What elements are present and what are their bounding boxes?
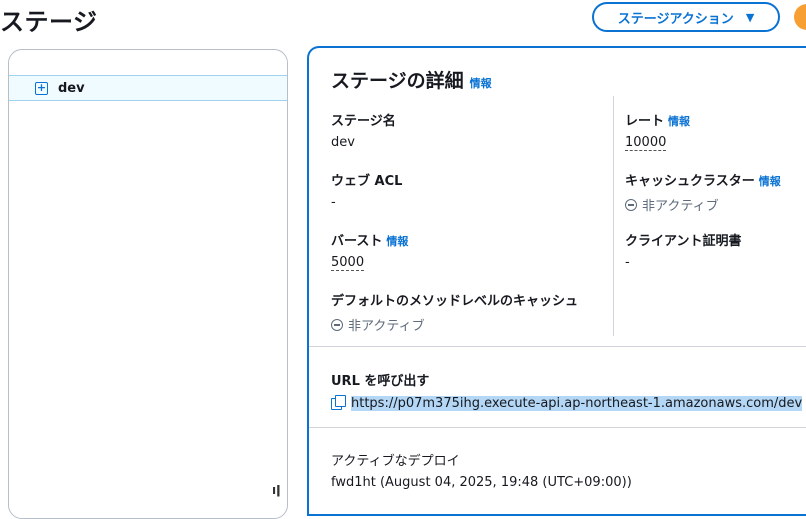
burst-field: バースト 情報 5000 (331, 230, 408, 271)
info-link[interactable]: 情報 (470, 77, 492, 90)
expand-icon[interactable]: + (35, 81, 48, 95)
copy-icon[interactable] (331, 395, 347, 411)
stage-actions-button[interactable]: ステージアクション ▼ (592, 2, 780, 32)
stage-actions-label: ステージアクション (617, 11, 734, 27)
section-divider (309, 427, 806, 428)
rate-info-link[interactable]: 情報 (668, 115, 690, 128)
rate-field: レート 情報 10000 (625, 110, 690, 151)
cache-cluster-field: キャッシュクラスター 情報 非アクティブ (625, 170, 781, 214)
details-title-text: ステージの詳細 (331, 70, 464, 92)
default-cache-label: デフォルトのメソッドレベルのキャッシュ (331, 294, 579, 309)
column-divider (613, 96, 614, 336)
client-cert-value: - (625, 255, 630, 270)
cache-cluster-info-link[interactable]: 情報 (759, 175, 781, 188)
avatar[interactable] (794, 4, 806, 30)
inactive-status-icon (625, 198, 637, 211)
default-cache-status: 非アクティブ (331, 315, 578, 334)
section-divider (309, 346, 806, 347)
web-acl-field: ウェブ ACL - (331, 170, 402, 210)
inactive-status-icon (331, 318, 343, 331)
stage-details-panel: ステージの詳細 情報 ステージ名 dev レート 情報 10000 ウェブ ACL … (307, 46, 806, 516)
resize-handle-icon[interactable]: ıǀ (272, 483, 281, 497)
tree-item-dev[interactable]: + dev (9, 75, 287, 101)
active-deploy-label: アクティブなデプロイ (331, 454, 460, 469)
active-deploy-value: fwd1ht (August 04, 2025, 19:48 (UTC+09:0… (331, 475, 632, 490)
client-cert-label: クライアント証明書 (625, 234, 742, 249)
web-acl-label: ウェブ ACL (331, 174, 403, 189)
cache-cluster-label: キャッシュクラスター (625, 174, 755, 189)
active-deploy-field: アクティブなデプロイ fwd1ht (August 04, 2025, 19:4… (331, 450, 632, 490)
cache-cluster-status: 非アクティブ (625, 195, 781, 214)
default-cache-value: 非アクティブ (348, 319, 425, 334)
invoke-url-label: URL を呼び出す (331, 374, 430, 389)
tree-item-label: dev (58, 80, 85, 96)
rate-value[interactable]: 10000 (625, 135, 667, 151)
default-cache-field: デフォルトのメソッドレベルのキャッシュ 非アクティブ (331, 290, 578, 334)
stage-name-field: ステージ名 dev (331, 110, 396, 150)
caret-down-icon: ▼ (745, 10, 755, 24)
invoke-url-value[interactable]: https://p07m375ihg.execute-api.ap-northe… (351, 395, 803, 411)
cache-cluster-value: 非アクティブ (642, 199, 719, 214)
burst-info-link[interactable]: 情報 (386, 235, 408, 248)
stage-name-label: ステージ名 (331, 114, 396, 129)
details-title: ステージの詳細 情報 (331, 66, 492, 93)
burst-value[interactable]: 5000 (331, 255, 365, 271)
invoke-url-field: URL を呼び出す https://p07m375ihg.execute-api… (331, 370, 803, 411)
rate-label: レート (625, 114, 665, 129)
page-title: ステージ (0, 8, 98, 36)
stage-name-value: dev (331, 135, 355, 150)
burst-label: バースト (331, 234, 383, 249)
client-cert-field: クライアント証明書 - (625, 230, 741, 270)
web-acl-value: - (331, 195, 336, 210)
stage-tree-panel: + dev ıǀ (8, 49, 288, 519)
